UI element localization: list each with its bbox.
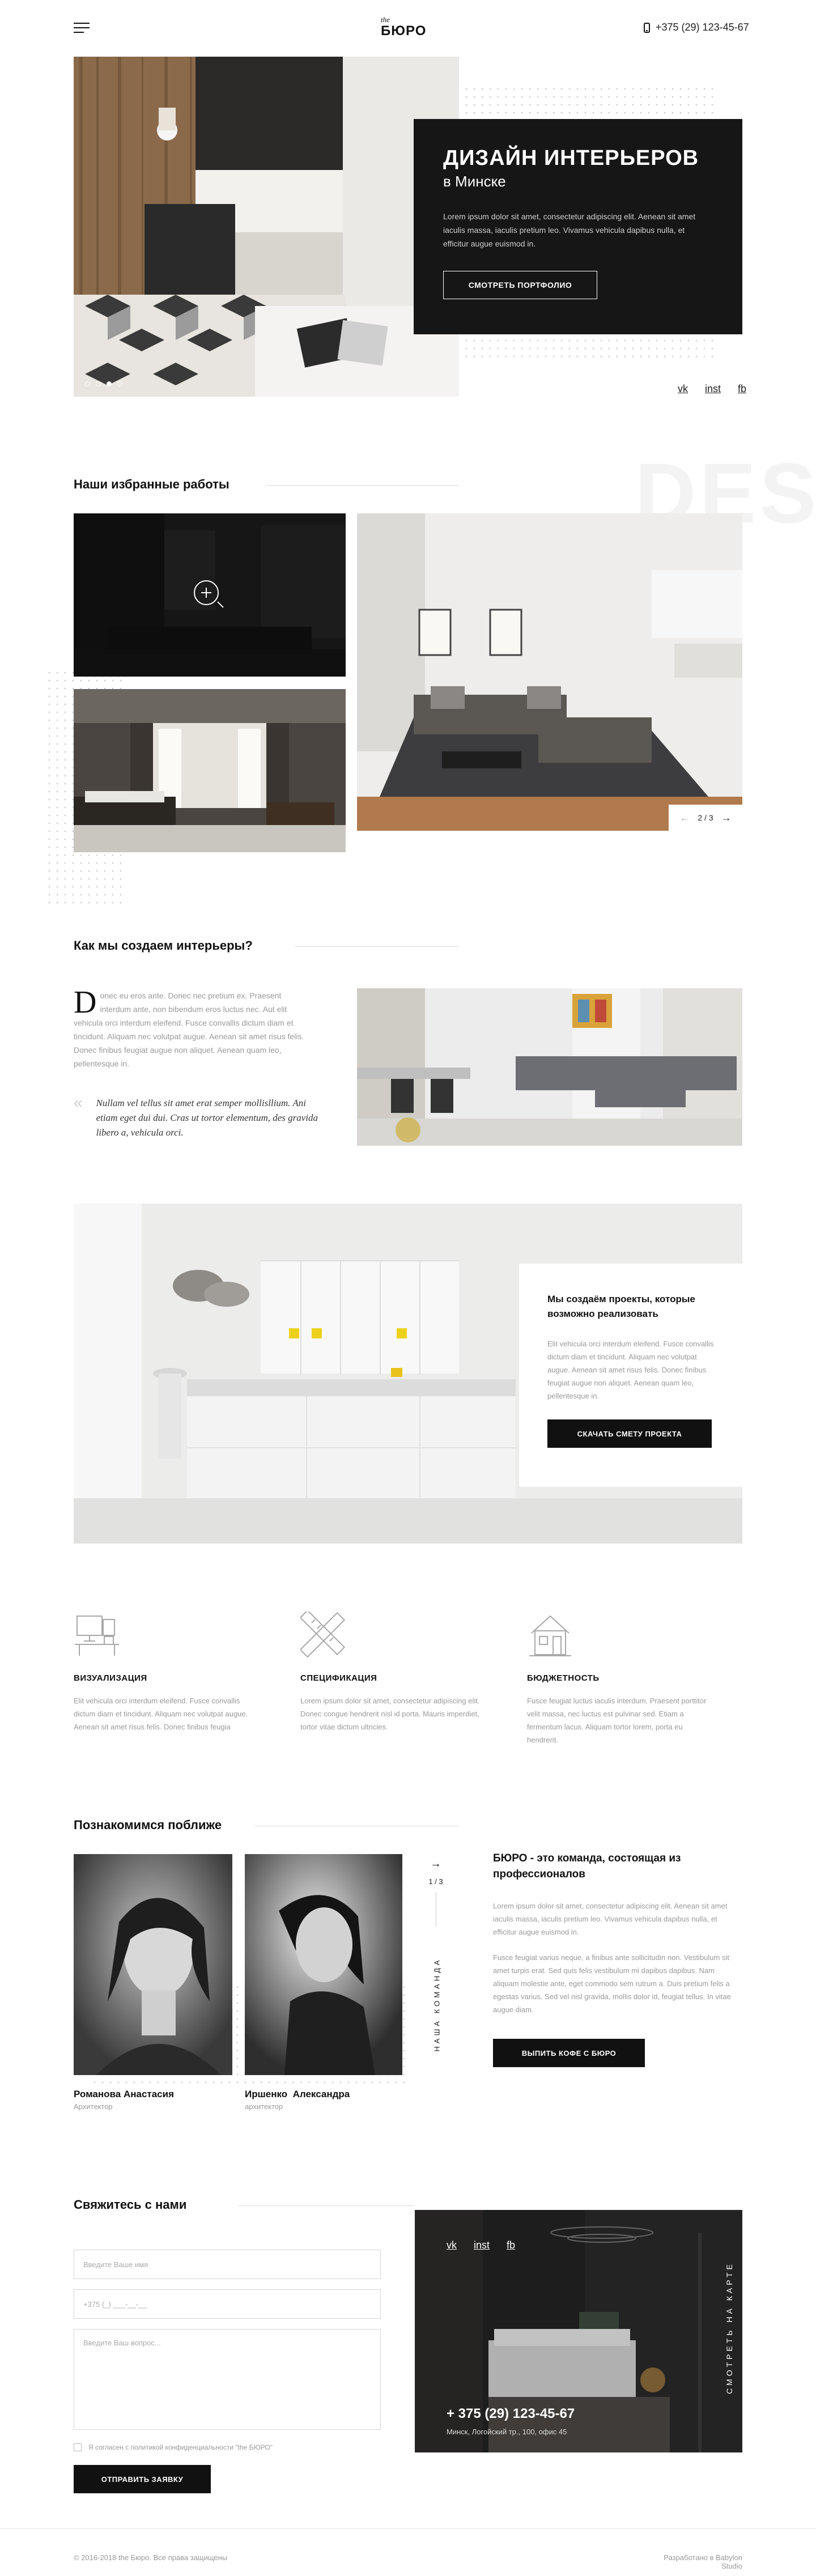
social-inst-link[interactable]: inst	[705, 383, 721, 395]
process-title-line	[295, 946, 459, 947]
works-pager-count: 2 / 3	[698, 813, 713, 822]
social-inst-link[interactable]: inst	[474, 2239, 490, 2251]
house-plan-icon	[529, 1615, 571, 1656]
team-member-role: архитектор	[245, 2102, 283, 2111]
process-image-living	[357, 988, 742, 1146]
process-title: Как мы создаем интерьеры?	[74, 938, 253, 953]
hero-dot-pattern	[431, 85, 714, 119]
phone-number: +375 (29) 123-45-67	[656, 22, 749, 33]
hero-subtitle: в Минске	[443, 173, 506, 190]
hero-image	[74, 57, 459, 397]
contact-phone[interactable]: + 375 (29) 123-45-67	[447, 2406, 575, 2422]
process-text: onec eu eros ante. Donec nec pretium ex.…	[74, 991, 304, 1068]
slider-dot[interactable]	[117, 381, 122, 386]
submit-button[interactable]: ОТПРАВИТЬ ЗАЯВКУ	[74, 2465, 211, 2493]
service-visualization: ВИЗУАЛИЗАЦИЯ Elit vehicula orci interdum…	[74, 1612, 261, 1733]
hero-card: ДИЗАЙН ИНТЕРЬЕРОВ в Минске Lorem ipsum d…	[414, 119, 742, 334]
quote-text: Nullam vel tellus sit amet erat semper m…	[96, 1098, 318, 1138]
team-member-name: Иршенко Александра	[245, 2089, 350, 2099]
arrow-right-icon[interactable]: →	[422, 1857, 450, 1871]
phone-icon	[644, 22, 650, 33]
team-member-photo	[74, 1854, 232, 2075]
team-vertical-label: НАША КОМАНДА	[432, 1957, 441, 2052]
footer-copyright: © 2016-2018 the Бюро. Все права защищены	[74, 2553, 228, 2562]
works-pager: ← 2 / 3 →	[669, 805, 742, 831]
work-image-grey-sofa[interactable]: ← 2 / 3 →	[357, 513, 742, 831]
phone-input[interactable]: +375 (_) ___-__-__	[74, 2289, 381, 2319]
team-pager-count: 1 / 3	[428, 1877, 443, 1886]
team-member-role: Архитектор	[74, 2102, 113, 2111]
contact-map-card[interactable]: vk inst fb + 375 (29) 123-45-67 Минск, Л…	[415, 2210, 742, 2452]
arrow-left-icon[interactable]: ←	[679, 812, 690, 824]
projects-card: Мы создаём проекты, которые возможно реа…	[519, 1264, 742, 1487]
slider-dot[interactable]	[96, 381, 101, 386]
social-vk-link[interactable]: vk	[447, 2239, 457, 2251]
logo[interactable]: the БЮРО	[381, 16, 426, 39]
footer-divider	[0, 2528, 816, 2529]
contact-title: Свяжитесь с нами	[74, 2197, 187, 2212]
process-quote: « Nullam vel tellus sit amet erat semper…	[74, 1094, 329, 1140]
logo-main: БЮРО	[381, 23, 427, 39]
consent-row[interactable]: Я согласен с политикой конфиденциальност…	[74, 2443, 273, 2451]
hero-text: Lorem ipsum dolor sit amet, consectetur …	[443, 212, 696, 248]
team-pager: → 1 / 3	[422, 1857, 450, 1927]
header-phone[interactable]: +375 (29) 123-45-67	[644, 22, 749, 33]
service-text: Lorem ipsum dolor sit amet, consectetur …	[300, 1697, 480, 1731]
works-title: Наши избранные работы	[74, 477, 230, 491]
team-member-photo	[245, 1854, 402, 2075]
consent-text: Я согласен с политикой конфиденциальност…	[88, 2443, 273, 2451]
team-about-text-1: Lorem ipsum dolor sit amet, consectetur …	[493, 1902, 728, 1936]
consent-checkbox[interactable]	[74, 2443, 82, 2451]
name-input[interactable]: Введите Ваше имя	[74, 2250, 381, 2279]
estimate-button[interactable]: СКАЧАТЬ СМЕТУ ПРОЕКТА	[547, 1419, 712, 1448]
projects-title: Мы создаём проекты, которые возможно реа…	[547, 1294, 695, 1319]
work-image-bedroom[interactable]	[74, 689, 346, 852]
logo-small: the	[381, 15, 390, 24]
footer-credits[interactable]: Разработано в Babylon Studio	[652, 2553, 742, 2570]
pencil-ruler-icon	[299, 1609, 346, 1658]
monitor-desk-icon	[75, 1616, 119, 1656]
contact-title-line	[238, 2205, 414, 2206]
hero-slider-dots	[85, 381, 122, 386]
arrow-right-icon[interactable]: →	[721, 812, 732, 824]
team-about-title: БЮРО - это команда, состоящая из професс…	[493, 1852, 681, 1880]
service-title: СПЕЦИФИКАЦИЯ	[300, 1673, 377, 1683]
slider-dot[interactable]	[85, 381, 90, 386]
work-image-dark-living[interactable]	[74, 513, 346, 677]
service-text: Elit vehicula orci interdum eleifend. Fu…	[74, 1697, 248, 1731]
question-textarea[interactable]: Введите Ваш вопрос...	[74, 2329, 381, 2430]
service-title: ВИЗУАЛИЗАЦИЯ	[74, 1673, 147, 1683]
works-title-line	[266, 485, 459, 486]
coffee-button[interactable]: ВЫПИТЬ КОФЕ С БЮРО	[493, 2039, 645, 2067]
contact-social-links: vk inst fb	[447, 2239, 515, 2251]
dropcap: D	[74, 985, 97, 1020]
team-about-text-2: Fusce feugiat varius neque, a finibus an…	[493, 1953, 731, 2014]
menu-icon[interactable]	[74, 23, 90, 33]
team-member-name: Романова Анастасия	[74, 2089, 174, 2099]
slider-dot-active[interactable]	[107, 381, 112, 386]
quote-mark-icon: «	[74, 1094, 83, 1111]
hero-title: ДИЗАЙН ИНТЕРЬЕРОВ	[443, 146, 699, 170]
contact-address: Минск, Логойский тр., 100, офис 45	[447, 2428, 567, 2436]
team-title: Познакомимся поближе	[74, 1818, 222, 1832]
projects-text: Elit vehicula orci interdum eleifend. Fu…	[547, 1340, 714, 1400]
portfolio-button[interactable]: СМОТРЕТЬ ПОРТФОЛИО	[443, 271, 597, 299]
process-text-block: D onec eu eros ante. Donec nec pretium e…	[74, 985, 312, 1070]
hero-social-links: vk inst fb	[678, 383, 746, 395]
service-specification: СПЕЦИФИКАЦИЯ Lorem ipsum dolor sit amet,…	[299, 1609, 487, 1733]
map-link-vertical[interactable]: СМОТРЕТЬ НА КАРТЕ	[725, 2260, 734, 2396]
service-budget: БЮДЖЕТНОСТЬ Fusce feugiat luctus iaculis…	[527, 1612, 714, 1746]
social-fb-link[interactable]: fb	[507, 2239, 515, 2251]
zoom-icon[interactable]	[194, 580, 224, 608]
social-vk-link[interactable]: vk	[678, 383, 688, 395]
service-text: Fusce feugiat luctus iaculis interdum. P…	[527, 1697, 707, 1744]
social-fb-link[interactable]: fb	[738, 383, 746, 395]
service-title: БЮДЖЕТНОСТЬ	[527, 1673, 600, 1683]
team-about: БЮРО - это команда, состоящая из професс…	[493, 1851, 742, 2067]
